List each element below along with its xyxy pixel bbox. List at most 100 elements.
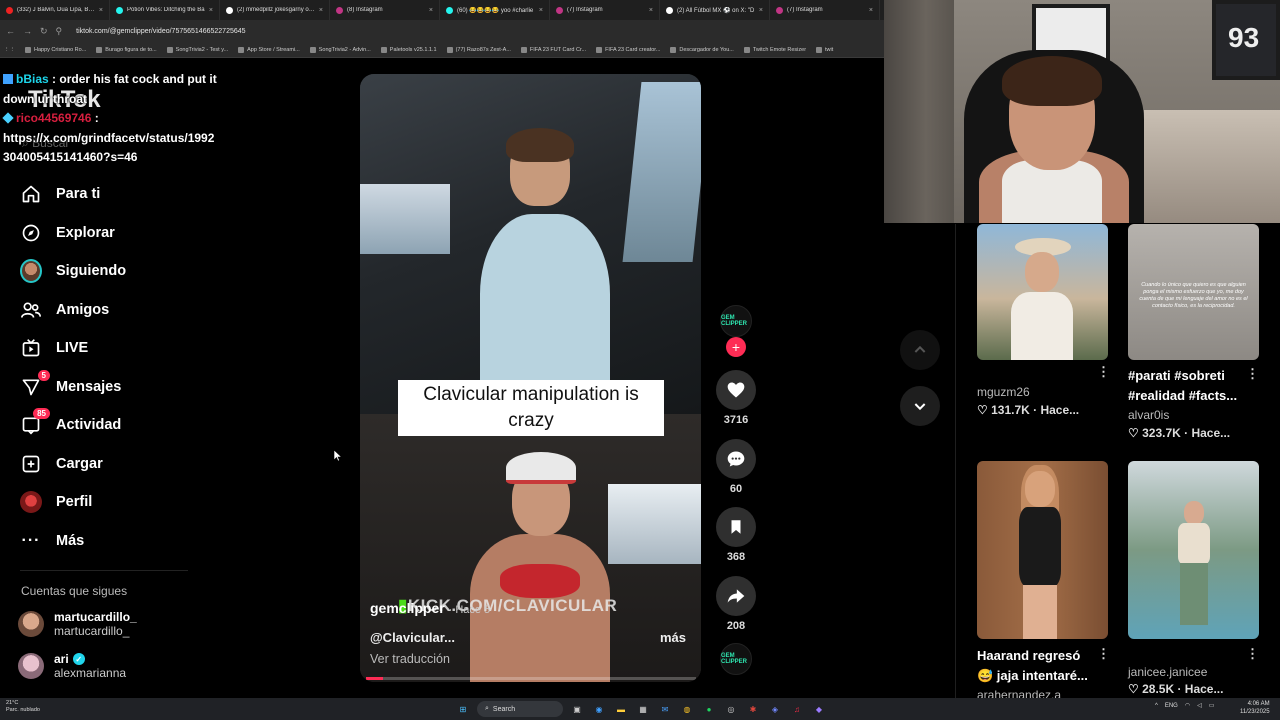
recommended-user[interactable]: janicee.janicee xyxy=(1128,665,1207,679)
weather-widget[interactable]: 21°C Parc. nublado xyxy=(6,700,40,714)
task-view-icon[interactable]: ▣ xyxy=(569,701,585,717)
nav-item-actividad[interactable]: 85 Actividad xyxy=(20,406,220,445)
battery-icon[interactable]: ▭ xyxy=(1209,702,1215,709)
browser-tab[interactable]: (7) Instagram × xyxy=(770,0,880,20)
browser-tab[interactable]: (8) Instagram × xyxy=(330,0,440,20)
followed-account[interactable]: martucardillo_ martucardillo_ xyxy=(18,610,137,638)
browser-tab[interactable]: (60) 😂😂😂😂 yoo #charlie × xyxy=(440,0,550,20)
chevron-down-icon xyxy=(914,403,926,411)
tab-close-icon[interactable]: × xyxy=(759,7,763,14)
nav-item-mensajes[interactable]: 5 Mensajes xyxy=(20,368,220,407)
browser-tab[interactable]: (332) J Balvin, Dua Lipa, Bad B × xyxy=(0,0,110,20)
tab-close-icon[interactable]: × xyxy=(319,7,323,14)
wifi-icon[interactable]: ◠ xyxy=(1185,702,1190,709)
recommended-thumbnail[interactable] xyxy=(977,461,1108,639)
more-dots-icon[interactable]: ⋮ xyxy=(1246,646,1259,662)
recommended-caption[interactable]: Haarand regresó 😅 jaja intentaré... xyxy=(977,646,1093,686)
video-progress-bar[interactable] xyxy=(366,677,696,680)
reload-icon[interactable]: ↻ xyxy=(40,26,48,37)
bookmark-item[interactable]: (77) Razo87s Zest-A... xyxy=(446,46,511,53)
follow-plus-button[interactable]: + xyxy=(726,337,746,357)
nav-item-para-ti[interactable]: Para ti xyxy=(20,175,220,214)
previous-video-button[interactable] xyxy=(900,330,940,370)
nav-item-siguiendo[interactable]: Siguiendo xyxy=(20,252,220,291)
tab-close-icon[interactable]: × xyxy=(99,7,103,14)
nav-item-explorar[interactable]: Explorar xyxy=(20,214,220,253)
site-info-icon[interactable]: ⚲ xyxy=(56,26,63,37)
bookmark-item[interactable]: Happy Cristiano Ro... xyxy=(25,46,86,53)
comment-button[interactable] xyxy=(716,439,756,479)
browser-tab[interactable]: (2) All Fútbol MX ⚽ on X: "D × xyxy=(660,0,770,20)
url-field[interactable]: tiktok.com/@gemclipper/video/75756514665… xyxy=(76,28,245,35)
recommended-caption[interactable]: #parati #sobreti #realidad #facts... xyxy=(1128,366,1244,406)
recommended-thumbnail[interactable]: Cuando lo único que quiero es que alguie… xyxy=(1128,224,1259,360)
spotify-icon[interactable]: ● xyxy=(701,701,717,717)
language-indicator[interactable]: ENG xyxy=(1165,703,1178,709)
more-button[interactable]: más xyxy=(660,630,686,645)
browser-tab[interactable]: (7) Instagram × xyxy=(550,0,660,20)
settings-icon[interactable]: ✱ xyxy=(745,701,761,717)
video-player[interactable]: Clavicular manipulation is crazy ▮KICK.C… xyxy=(360,74,701,682)
chevron-up-icon[interactable]: ^ xyxy=(1155,703,1158,709)
chrome-icon[interactable]: ◍ xyxy=(679,701,695,717)
mail-icon[interactable]: ✉ xyxy=(657,701,673,717)
recommended-user[interactable]: arahernandez.a xyxy=(977,688,1061,698)
discord-icon[interactable]: ◈ xyxy=(767,701,783,717)
back-icon[interactable]: ← xyxy=(6,26,15,36)
share-button[interactable] xyxy=(716,576,756,616)
recommended-thumbnail[interactable] xyxy=(977,224,1108,360)
app-icon[interactable]: ◆ xyxy=(811,701,827,717)
avatar xyxy=(18,653,44,679)
bookmark-item[interactable]: FIFA 23 Card creator... xyxy=(596,46,660,53)
video-description[interactable]: @Clavicular... xyxy=(370,630,455,645)
tab-close-icon[interactable]: × xyxy=(209,7,213,14)
recommended-user[interactable]: mguzm26 xyxy=(977,385,1030,399)
windows-start-icon[interactable]: ⊞ xyxy=(455,701,471,717)
translate-button[interactable]: Ver traducción xyxy=(370,652,450,666)
sound-disc[interactable]: GEM CLIPPER xyxy=(720,643,752,675)
video-author[interactable]: gemclipper · Hace 5 xyxy=(370,600,490,616)
bookmark-item[interactable]: Burago figura de to... xyxy=(96,46,157,53)
taskbar-search[interactable]: ⌕ Search xyxy=(477,701,563,717)
tab-close-icon[interactable]: × xyxy=(429,7,433,14)
tab-close-icon[interactable]: × xyxy=(539,7,543,14)
nav-item-cargar[interactable]: Cargar xyxy=(20,445,220,484)
bookmark-item[interactable]: FIFA 23 FUT Card Cr... xyxy=(520,46,586,53)
volume-icon[interactable]: ◁ xyxy=(1197,702,1202,709)
obs-icon[interactable]: ◎ xyxy=(723,701,739,717)
more-dots-icon[interactable]: ⋮ xyxy=(1097,364,1110,380)
like-button[interactable] xyxy=(716,370,756,410)
tab-close-icon[interactable]: × xyxy=(649,7,653,14)
save-button[interactable] xyxy=(716,507,756,547)
forward-icon[interactable]: → xyxy=(23,26,32,36)
nav-item-live[interactable]: LIVE xyxy=(20,329,220,368)
store-icon[interactable]: ▦ xyxy=(635,701,651,717)
share-count: 208 xyxy=(726,620,746,632)
next-video-button[interactable] xyxy=(900,386,940,426)
nav-item-amigos[interactable]: Amigos xyxy=(20,291,220,330)
music-icon[interactable]: ♫ xyxy=(789,701,805,717)
bookmark-item[interactable]: Paletools v25.1.1.1 xyxy=(380,46,437,53)
creator-avatar[interactable]: GEM CLIPPER xyxy=(720,305,752,337)
bookmark-item[interactable]: twit xyxy=(816,46,833,53)
nav-item-mas[interactable]: ··· Más xyxy=(20,522,220,561)
recommended-thumbnail[interactable] xyxy=(1128,461,1259,639)
recommended-user[interactable]: alvar0is xyxy=(1128,408,1169,422)
file-explorer-icon[interactable]: ▬ xyxy=(613,701,629,717)
tab-close-icon[interactable]: × xyxy=(869,7,873,14)
nav-item-perfil[interactable]: Perfil xyxy=(20,483,220,522)
apps-grid-icon[interactable]: ⋮⋮ xyxy=(4,47,15,53)
browser-tab[interactable]: Potion Vibes: Ditching the Ba × xyxy=(110,0,220,20)
edge-icon[interactable]: ◉ xyxy=(591,701,607,717)
bookmark-item[interactable]: SongTrivia2 - Test y... xyxy=(166,46,228,53)
browser-tab[interactable]: (2) mmedpillz jokesgarny on X × xyxy=(220,0,330,20)
bookmark-item[interactable]: Twitch Emote Resizer xyxy=(743,46,806,53)
bookmark-item[interactable]: SongTrivia2 - Advin... xyxy=(309,46,371,53)
bookmark-item[interactable]: App Store / Streami... xyxy=(238,46,300,53)
tab-favicon-icon xyxy=(6,6,13,14)
bookmark-item[interactable]: Descargador de You... xyxy=(670,46,734,53)
more-dots-icon[interactable]: ⋮ xyxy=(1246,366,1259,382)
more-dots-icon[interactable]: ⋮ xyxy=(1097,646,1110,662)
taskbar-clock[interactable]: 4:06 AM 11/23/2025 xyxy=(1240,700,1270,716)
followed-account[interactable]: ari ✓ alexmarianna xyxy=(18,652,126,680)
